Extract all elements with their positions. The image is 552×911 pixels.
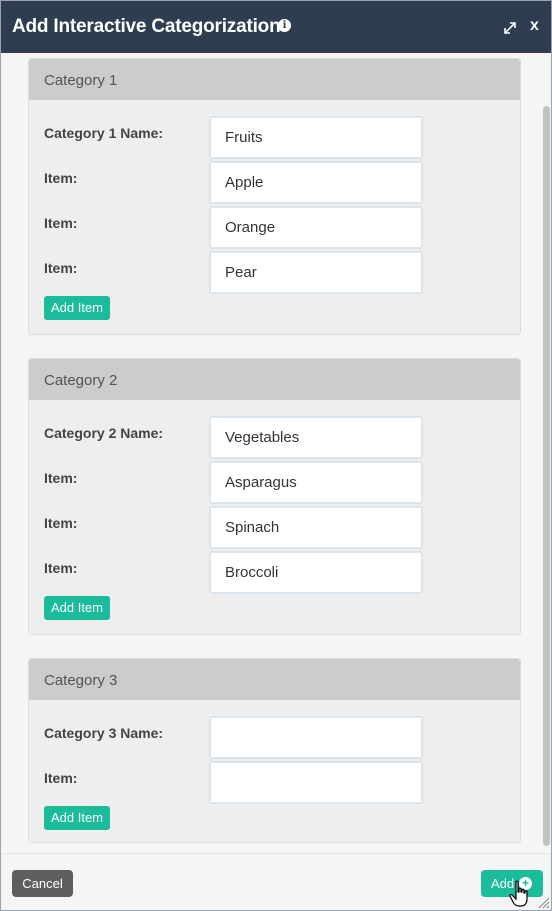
item-label: Item: — [44, 770, 78, 786]
dialog-footer: Cancel Add + — [2, 853, 550, 910]
item-input[interactable]: Spinach — [209, 506, 423, 549]
item-input[interactable]: Asparagus — [209, 461, 423, 504]
category-card-1: Category 1 Category 1 Name: Fruits Item:… — [28, 58, 521, 335]
category-name-input[interactable] — [209, 716, 423, 759]
item-label: Item: — [44, 215, 78, 231]
dialog-content: Category 1 Category 1 Name: Fruits Item:… — [2, 53, 550, 853]
item-input[interactable]: Apple — [209, 161, 423, 204]
item-input[interactable]: Pear — [209, 251, 423, 294]
category-header: Category 3 — [29, 659, 520, 700]
category-name-label: Category 1 Name: — [44, 125, 164, 141]
item-label: Item: — [44, 170, 78, 186]
add-item-button[interactable]: Add Item — [44, 296, 110, 320]
dialog-title: Add Interactive Categorization — [12, 16, 281, 37]
resize-handle-icon[interactable] — [538, 897, 550, 909]
item-input[interactable] — [209, 761, 423, 804]
category-name-input[interactable]: Fruits — [209, 116, 423, 159]
category-header: Category 1 — [29, 59, 520, 100]
category-card-2: Category 2 Category 2 Name: Vegetables I… — [28, 358, 521, 635]
item-label: Item: — [44, 515, 78, 531]
item-label: Item: — [44, 560, 78, 576]
category-card-3: Category 3 Category 3 Name: Item: Add It… — [28, 658, 521, 843]
item-label: Item: — [44, 260, 78, 276]
category-name-input[interactable]: Vegetables — [209, 416, 423, 459]
category-name-label: Category 3 Name: — [44, 725, 164, 741]
item-label: Item: — [44, 470, 78, 486]
scrollbar-thumb[interactable] — [543, 106, 550, 846]
item-input[interactable]: Orange — [209, 206, 423, 249]
category-header: Category 2 — [29, 359, 520, 400]
info-icon[interactable]: i — [278, 19, 291, 32]
add-categorization-dialog: Add Interactive Categorization i x Categ… — [0, 0, 552, 911]
add-item-button[interactable]: Add Item — [44, 596, 110, 620]
dialog-titlebar: Add Interactive Categorization i x — [1, 1, 551, 53]
hand-cursor-icon — [509, 880, 528, 907]
close-icon[interactable]: x — [530, 17, 539, 35]
add-item-button[interactable]: Add Item — [44, 806, 110, 830]
expand-icon[interactable] — [503, 21, 517, 35]
item-input[interactable]: Broccoli — [209, 551, 423, 594]
cancel-button[interactable]: Cancel — [12, 870, 73, 897]
category-name-label: Category 2 Name: — [44, 425, 164, 441]
